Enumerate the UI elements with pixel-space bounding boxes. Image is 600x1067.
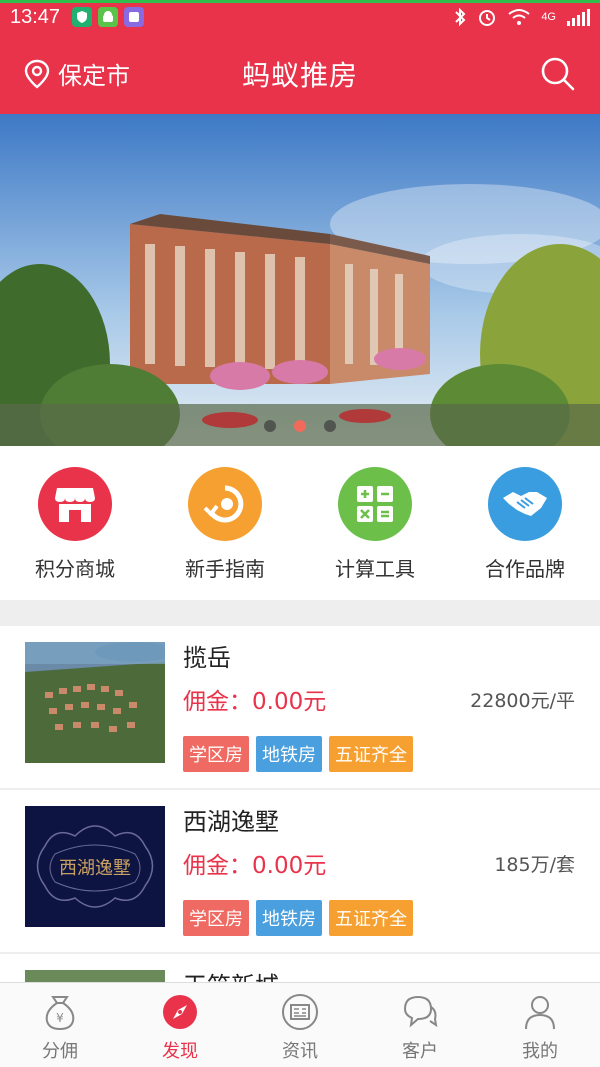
status-right: 4G [453,7,590,27]
tag-school-district: 学区房 [183,900,249,936]
news-icon [281,993,319,1031]
tag-five-certificates: 五证齐全 [329,900,413,936]
quick-menu-calculator[interactable]: 计算工具 [300,446,450,600]
property-name: 揽岳 [183,644,231,672]
property-price: 185万/套 [494,854,575,876]
alarm-icon [479,10,496,26]
nav-label: 分佣 [42,1041,78,1062]
nav-label: 客户 [402,1041,438,1062]
property-commission: 佣金：0.00元 [183,853,327,879]
chat-icon [401,993,439,1031]
quick-menu-label: 积分商城 [35,557,115,581]
property-thumbnail [25,642,165,763]
nav-label: 发现 [162,1041,198,1062]
property-commission: 佣金：0.00元 [183,689,327,715]
quick-menu-label: 合作品牌 [485,557,565,581]
bottom-navigation: ¥ 分佣 发现 资讯 客户 我的 [0,982,600,1067]
status-bar-accent [0,0,600,3]
quick-menu-points-mall[interactable]: 积分商城 [0,446,150,600]
user-icon [521,993,559,1031]
quick-menu-beginner-guide[interactable]: 新手指南 [150,446,300,600]
bluetooth-icon [455,7,466,27]
tag-metro: 地铁房 [256,900,322,936]
app-title: 蚂蚁推房 [241,59,358,92]
property-card[interactable]: 西湖逸墅 西湖逸墅 佣金：0.00元 185万/套 学区房 地铁房 五证齐全 [0,790,600,954]
compass-icon [161,993,199,1031]
app-header: 保定市 蚂蚁推房 [0,34,600,114]
nav-news[interactable]: 资讯 [240,983,360,1067]
money-bag-icon: ¥ [41,993,79,1031]
calculator-icon [338,467,412,541]
search-icon [541,57,575,91]
banner-image [0,114,600,446]
property-tags: 学区房 地铁房 五证齐全 [183,736,413,772]
shield-notification-icon [72,7,93,27]
handshake-icon [488,467,562,541]
android-notification-icon [98,7,119,27]
status-bar: 13:47 4G [0,0,600,34]
carousel-dot[interactable] [324,420,336,432]
notification-icons [72,7,145,27]
tag-metro: 地铁房 [256,736,322,772]
status-time: 13:47 [10,5,61,28]
quick-menu: 积分商城 新手指南 计算工具 合作品牌 [0,446,600,600]
signal-icon [567,9,590,26]
search-button[interactable] [540,56,576,92]
app-notification-icon [124,7,145,27]
tag-five-certificates: 五证齐全 [329,736,413,772]
quick-menu-partner-brands[interactable]: 合作品牌 [450,446,600,600]
svg-text:¥: ¥ [56,1011,64,1025]
carousel-dot[interactable] [264,420,276,432]
property-tags: 学区房 地铁房 五证齐全 [183,900,413,936]
guide-icon [188,467,262,541]
nav-profile[interactable]: 我的 [480,983,600,1067]
store-icon [38,467,112,541]
property-name: 西湖逸墅 [183,808,279,836]
network-type: 4G [541,11,556,23]
wifi-icon [508,9,530,25]
nav-discover[interactable]: 发现 [120,983,240,1067]
nav-label: 资讯 [282,1041,318,1062]
quick-menu-label: 计算工具 [335,557,415,581]
nav-customers[interactable]: 客户 [360,983,480,1067]
property-logo-text: 西湖逸墅 [59,858,131,879]
banner-carousel[interactable] [0,114,600,446]
quick-menu-label: 新手指南 [185,557,265,581]
property-thumbnail: 西湖逸墅 [25,806,165,927]
nav-label: 我的 [522,1041,558,1062]
property-price: 22800元/平 [470,690,575,712]
carousel-dot-active[interactable] [294,420,306,432]
property-card[interactable]: 揽岳 佣金：0.00元 22800元/平 学区房 地铁房 五证齐全 [0,626,600,790]
tag-school-district: 学区房 [183,736,249,772]
carousel-indicator [0,420,600,432]
nav-commission[interactable]: ¥ 分佣 [0,983,120,1067]
